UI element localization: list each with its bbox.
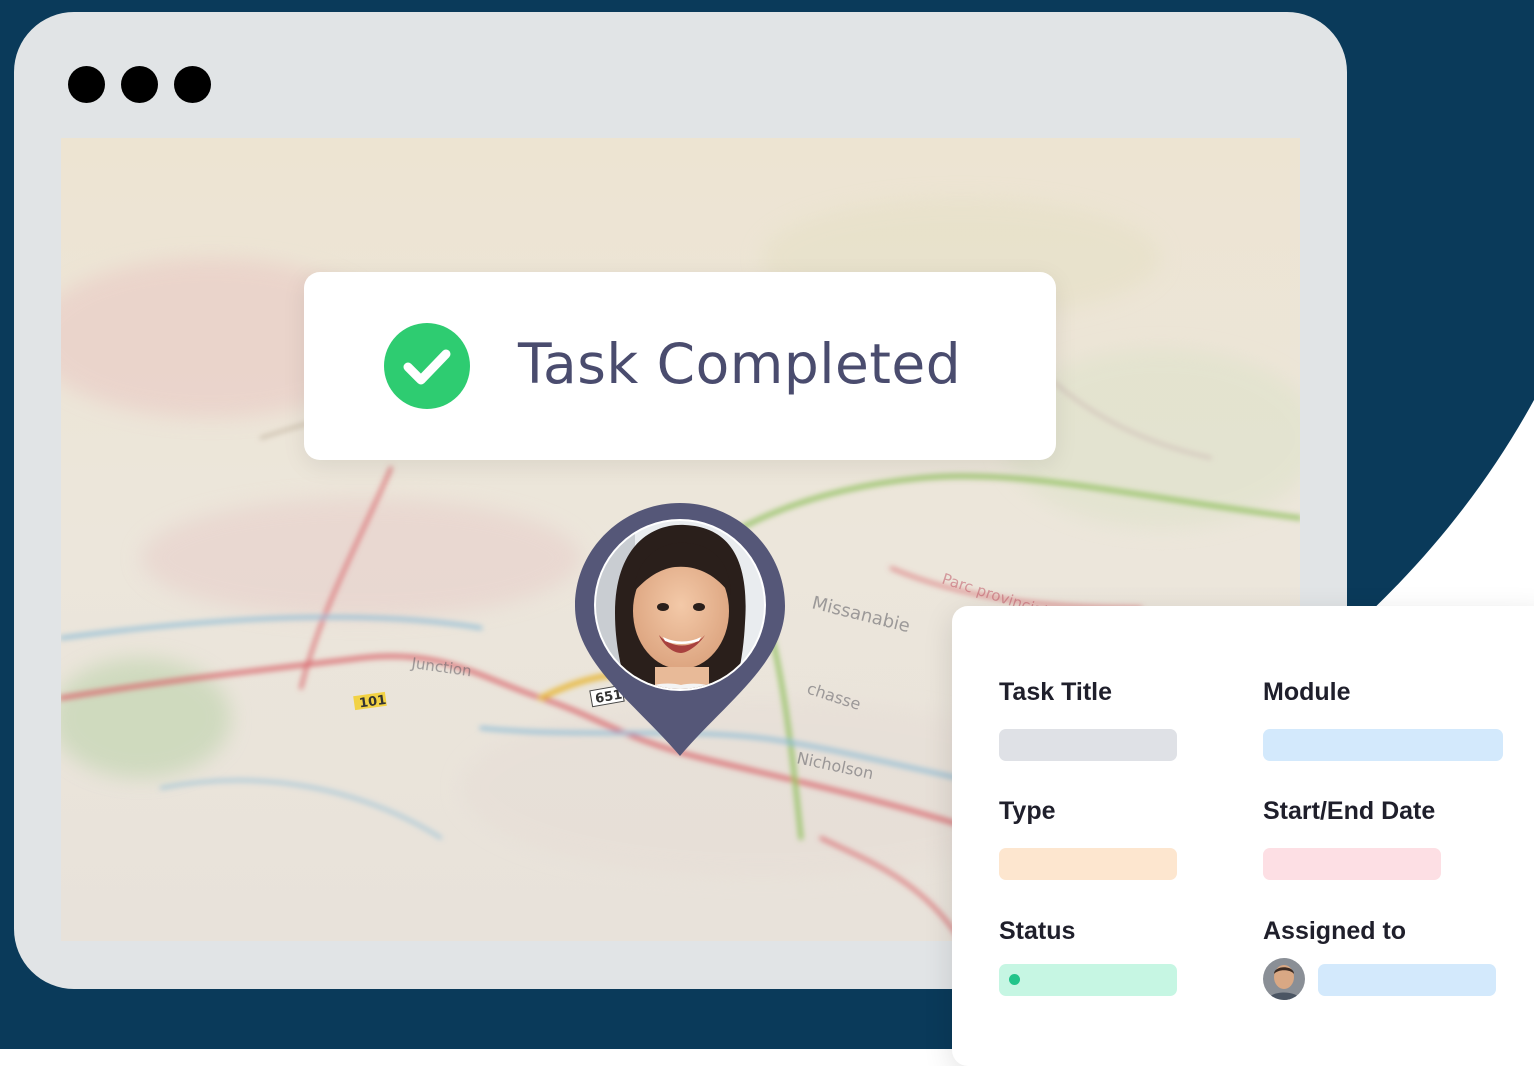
task-title-label: Task Title — [999, 678, 1113, 706]
assigned-to-label: Assigned to — [1263, 917, 1407, 945]
toast-message: Task Completed — [518, 332, 962, 396]
task-title-field[interactable] — [999, 729, 1177, 761]
status-field[interactable] — [999, 964, 1177, 996]
assigned-to-field[interactable] — [1318, 964, 1496, 996]
start-end-date-field[interactable] — [1263, 848, 1441, 880]
type-label: Type — [999, 797, 1056, 825]
maximize-dot[interactable] — [174, 66, 211, 103]
module-label: Module — [1263, 678, 1351, 706]
status-label: Status — [999, 917, 1076, 945]
task-completed-toast: Task Completed — [304, 272, 1056, 460]
module-field[interactable] — [1263, 729, 1503, 761]
start-end-date-label: Start/End Date — [1263, 797, 1436, 825]
task-details-card: Task Title Module Type Start/End Date St… — [952, 606, 1534, 1066]
close-dot[interactable] — [68, 66, 105, 103]
man-avatar[interactable] — [1263, 958, 1305, 1000]
type-field[interactable] — [999, 848, 1177, 880]
minimize-dot[interactable] — [121, 66, 158, 103]
check-circle-icon — [384, 323, 470, 409]
location-pin-icon[interactable] — [575, 503, 785, 758]
status-dot-icon — [1009, 974, 1020, 985]
